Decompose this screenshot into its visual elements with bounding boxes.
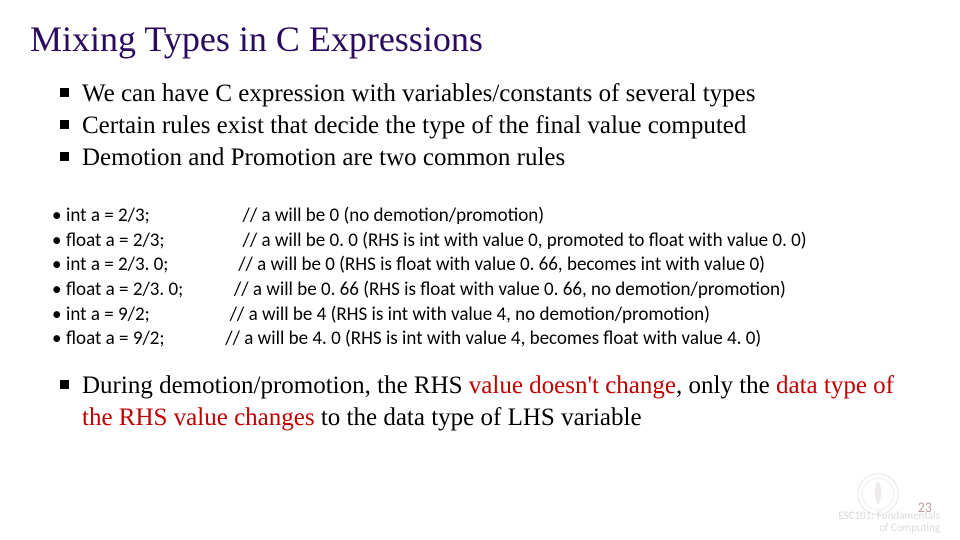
- example-item: int a = 9/2; // a will be 4 (RHS is int …: [52, 303, 930, 328]
- example-comment: // a will be 0. 0 (RHS is int with value…: [225, 229, 806, 252]
- example-decl: float a = 2/3;: [66, 229, 221, 254]
- note-text: During demotion/promotion, the RHS: [82, 372, 469, 399]
- note-text: to the data type of LHS variable: [321, 404, 642, 431]
- note-text: , only the: [676, 372, 776, 399]
- note-emphasis: value doesn't change: [469, 372, 676, 399]
- example-item: float a = 2/3. 0; // a will be 0. 66 (RH…: [52, 278, 930, 303]
- example-item: float a = 9/2; // a will be 4. 0 (RHS is…: [52, 327, 930, 352]
- footer-text: ESC101: Fundamentals of Computing: [838, 510, 940, 534]
- example-item: int a = 2/3; // a will be 0 (no demotion…: [52, 204, 930, 229]
- example-decl: int a = 2/3;: [66, 204, 221, 229]
- slide-title: Mixing Types in C Expressions: [30, 18, 930, 60]
- example-comment: // a will be 0 (RHS is float with value …: [225, 253, 765, 276]
- slide: Mixing Types in C Expressions We can hav…: [0, 0, 960, 540]
- example-item: int a = 2/3. 0; // a will be 0 (RHS is f…: [52, 253, 930, 278]
- example-comment: // a will be 4 (RHS is int with value 4,…: [225, 303, 710, 326]
- example-comment: // a will be 4. 0 (RHS is int with value…: [225, 327, 761, 350]
- example-decl: float a = 9/2;: [66, 327, 221, 352]
- intro-list: We can have C expression with variables/…: [30, 78, 930, 174]
- intro-item: Demotion and Promotion are two common ru…: [60, 142, 930, 174]
- examples-list: int a = 2/3; // a will be 0 (no demotion…: [30, 204, 930, 352]
- example-decl: int a = 9/2;: [66, 303, 221, 328]
- intro-item: Certain rules exist that decide the type…: [60, 110, 930, 142]
- intro-item: We can have C expression with variables/…: [60, 78, 930, 110]
- example-decl: int a = 2/3. 0;: [66, 253, 221, 278]
- example-decl: float a = 2/3. 0;: [66, 278, 221, 303]
- example-item: float a = 2/3; // a will be 0. 0 (RHS is…: [52, 229, 930, 254]
- note-list: During demotion/promotion, the RHS value…: [30, 370, 930, 434]
- example-comment: // a will be 0. 66 (RHS is float with va…: [225, 278, 785, 301]
- example-comment: // a will be 0 (no demotion/promotion): [225, 204, 544, 227]
- note-item: During demotion/promotion, the RHS value…: [60, 370, 930, 434]
